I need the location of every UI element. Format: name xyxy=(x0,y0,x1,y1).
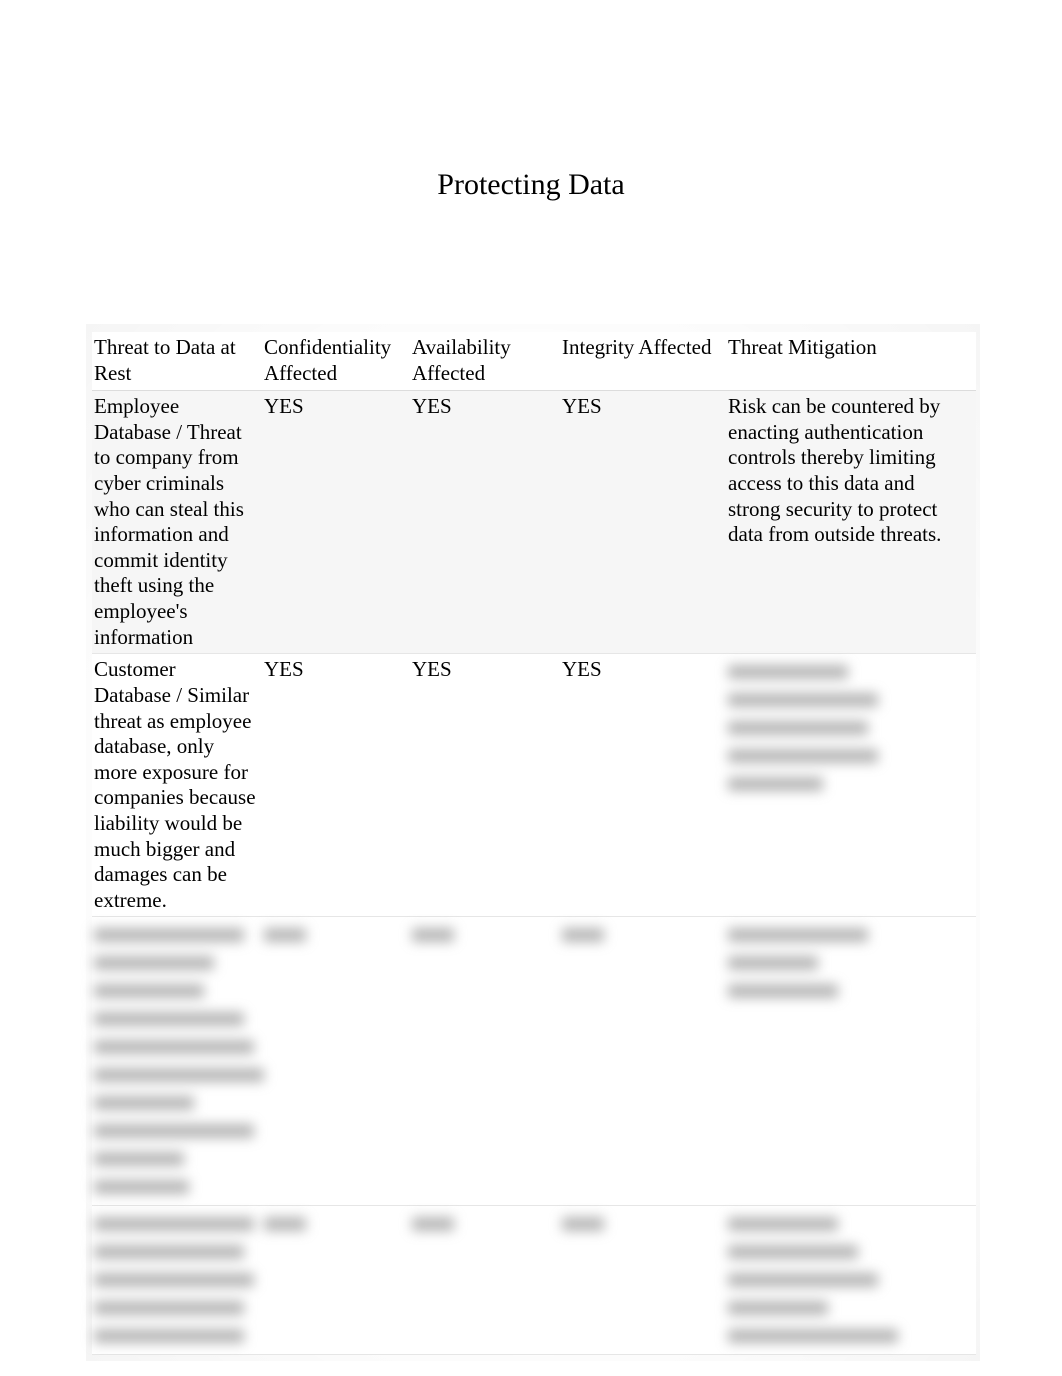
table-row xyxy=(92,1206,976,1355)
blurred-text xyxy=(264,1209,404,1239)
cell-confidentiality: YES xyxy=(262,391,410,654)
table-row xyxy=(92,917,976,1206)
cell-threat xyxy=(92,917,262,1206)
cell-mitigation xyxy=(726,917,976,1206)
cell-confidentiality xyxy=(262,917,410,1206)
col-header-availability: Availability Affected xyxy=(410,332,560,391)
blurred-text xyxy=(94,920,256,1202)
table-header-row: Threat to Data at Rest Confidentiality A… xyxy=(92,332,976,391)
cell-integrity: YES xyxy=(560,654,726,917)
blurred-text xyxy=(412,1209,554,1239)
blurred-text xyxy=(94,1209,256,1351)
cell-availability xyxy=(410,1206,560,1355)
col-header-mitigation: Threat Mitigation xyxy=(726,332,976,391)
cell-availability: YES xyxy=(410,654,560,917)
cell-threat: Customer Database / Similar threat as em… xyxy=(92,654,262,917)
blurred-text xyxy=(728,1209,970,1351)
blurred-text xyxy=(562,920,720,950)
blurred-text xyxy=(728,657,970,799)
table-body: Employee Database / Threat to company fr… xyxy=(92,391,976,1355)
col-header-integrity: Integrity Affected xyxy=(560,332,726,391)
table-row: Employee Database / Threat to company fr… xyxy=(92,391,976,654)
blurred-text xyxy=(264,920,404,950)
table-container: Threat to Data at Rest Confidentiality A… xyxy=(92,332,974,1355)
blurred-text xyxy=(728,920,970,1006)
cell-integrity xyxy=(560,1206,726,1355)
page-title: Protecting Data xyxy=(0,0,1062,332)
cell-availability: YES xyxy=(410,391,560,654)
cell-mitigation xyxy=(726,1206,976,1355)
blurred-text xyxy=(412,920,554,950)
cell-mitigation xyxy=(726,654,976,917)
cell-availability xyxy=(410,917,560,1206)
blurred-text xyxy=(562,1209,720,1239)
table-row: Customer Database / Similar threat as em… xyxy=(92,654,976,917)
cell-threat xyxy=(92,1206,262,1355)
cell-mitigation: Risk can be countered by enacting authen… xyxy=(726,391,976,654)
cell-integrity xyxy=(560,917,726,1206)
cell-integrity: YES xyxy=(560,391,726,654)
col-header-confidentiality: Confidentiality Affected xyxy=(262,332,410,391)
col-header-threat: Threat to Data at Rest xyxy=(92,332,262,391)
cell-confidentiality: YES xyxy=(262,654,410,917)
cell-threat: Employee Database / Threat to company fr… xyxy=(92,391,262,654)
data-table: Threat to Data at Rest Confidentiality A… xyxy=(92,332,976,1355)
cell-confidentiality xyxy=(262,1206,410,1355)
